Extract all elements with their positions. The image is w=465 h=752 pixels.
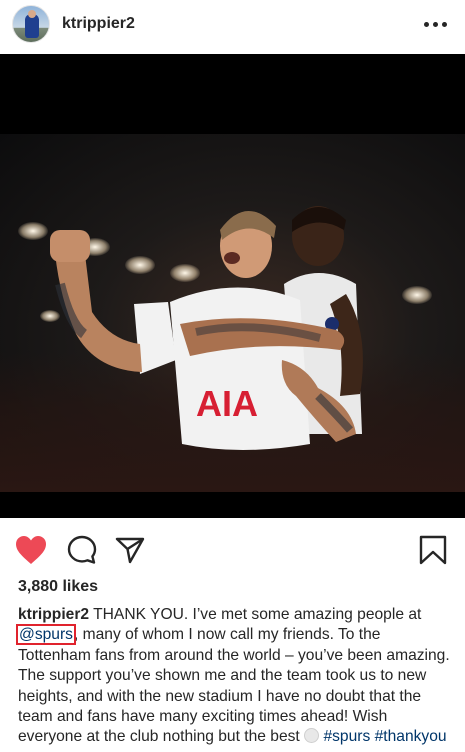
comment-icon[interactable] <box>66 534 98 571</box>
caption-username[interactable]: ktrippier2 <box>18 606 89 623</box>
avatar[interactable] <box>12 5 50 43</box>
hashtag-link[interactable]: #spurs <box>323 728 370 745</box>
caption-text-1: THANK YOU. I’ve met some amazing people … <box>93 606 422 623</box>
hashtag-link[interactable]: #thankyou <box>375 728 447 745</box>
mention-link[interactable]: @spurs <box>16 624 76 646</box>
players-illustration: AIA <box>50 206 363 450</box>
action-bar <box>0 528 465 572</box>
heart-filled-icon[interactable] <box>14 534 48 571</box>
post-header: ktrippier2 <box>0 0 465 48</box>
more-horizontal-icon[interactable] <box>418 16 453 33</box>
photo-scene: AIA <box>0 134 465 492</box>
paper-plane-icon[interactable] <box>114 534 146 571</box>
shirt-sponsor-text: AIA <box>196 383 258 424</box>
likes-count[interactable]: 3,880 likes <box>18 578 98 596</box>
post-username[interactable]: ktrippier2 <box>62 15 135 33</box>
post-caption: ktrippier2 THANK YOU. I’ve met some amaz… <box>16 605 450 748</box>
emoji-icon <box>304 728 320 744</box>
bookmark-icon[interactable] <box>418 534 448 571</box>
post-photo[interactable]: AIA <box>0 54 465 518</box>
